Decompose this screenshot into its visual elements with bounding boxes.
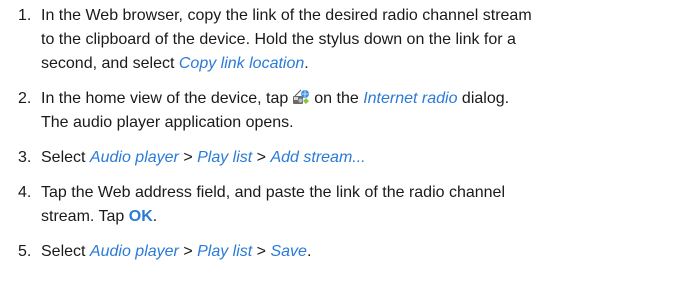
step-number: 4. [18, 184, 32, 201]
step-number: 2. [18, 90, 32, 107]
step-1: 1. In the Web browser, copy the link of … [18, 4, 668, 76]
step-line: stream. Tap OK. [41, 205, 668, 229]
step-3: 3. Select Audio player > Play list > Add… [18, 146, 668, 170]
menu-reference-audio-player: Audio player [89, 149, 179, 166]
internet-radio-icon [292, 88, 310, 106]
step-text: Select Audio player > Play list > Add st… [41, 146, 668, 170]
dialog-reference-internet-radio: Internet radio [363, 90, 458, 107]
step-line: second, and select Copy link location. [41, 52, 668, 76]
menu-reference-add-stream: Add stream... [270, 149, 366, 166]
step-line: Tap the Web address field, and paste the… [41, 184, 506, 201]
menu-separator: > [178, 243, 198, 260]
menu-reference-audio-player: Audio player [89, 243, 179, 260]
step-text: Select Audio player > Play list > Save. [41, 240, 668, 264]
step-text: Tap the Web address field, and paste the… [41, 181, 668, 229]
menu-reference-copy-link-location: Copy link location [178, 55, 305, 72]
step-text-run: In the home view of the device, tap [41, 90, 289, 107]
step-line: Select Audio player > Play list > Add st… [41, 146, 668, 170]
step-5: 5. Select Audio player > Play list > Sav… [18, 240, 668, 264]
button-reference-ok: OK [128, 208, 153, 225]
step-text-run: . [152, 208, 158, 225]
menu-separator: > [178, 149, 198, 166]
menu-separator: > [252, 149, 271, 166]
step-number: 1. [18, 7, 32, 24]
step-4: 4. Tap the Web address field, and paste … [18, 181, 668, 229]
step-text: In the Web browser, copy the link of the… [41, 4, 668, 76]
step-2: 2. In the home view of the device, tap o… [18, 87, 668, 135]
menu-reference-play-list: Play list [197, 149, 253, 166]
step-line: to the clipboard of the device. Hold the… [41, 31, 516, 48]
step-text-run: dialog. [457, 90, 510, 107]
step-text-run: Select [41, 243, 90, 260]
step-line: The audio player application opens. [41, 114, 294, 131]
step-number: 3. [18, 149, 32, 166]
step-text-run: second, and select [41, 55, 179, 72]
menu-reference-save: Save [270, 243, 307, 260]
step-text-run: . [304, 55, 309, 72]
step-text-run: stream. Tap [41, 208, 129, 225]
menu-separator: > [252, 243, 271, 260]
step-number: 5. [18, 243, 32, 260]
step-text-run: on the [314, 90, 364, 107]
step-line: Select Audio player > Play list > Save. [41, 240, 668, 264]
menu-reference-play-list: Play list [197, 243, 253, 260]
step-text-run: Select [41, 149, 90, 166]
step-line: In the Web browser, copy the link of the… [41, 7, 532, 24]
step-text-run: . [306, 243, 312, 260]
instruction-steps: 1. In the Web browser, copy the link of … [18, 4, 668, 264]
step-text: In the home view of the device, tap on t… [41, 87, 668, 135]
step-line: In the home view of the device, tap on t… [41, 87, 668, 111]
